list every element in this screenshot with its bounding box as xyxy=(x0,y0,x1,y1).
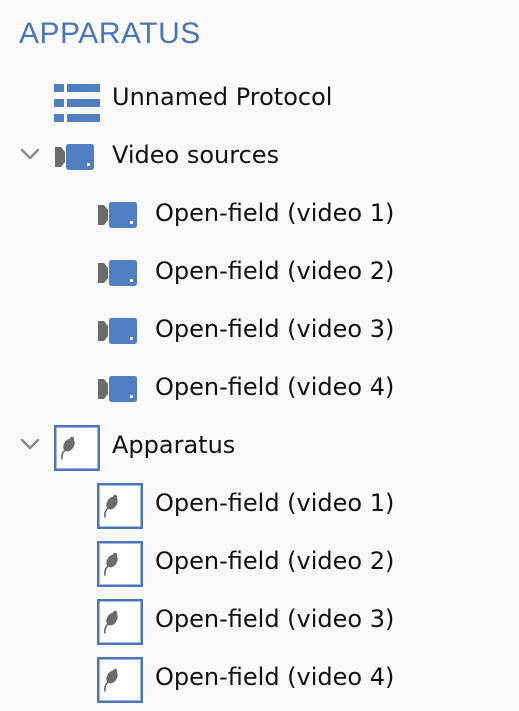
tree-item-label: Unnamed Protocol xyxy=(112,83,333,111)
camera-icon xyxy=(97,259,139,287)
list-icon xyxy=(54,84,100,122)
tree-item-apparatus-entry[interactable]: Open-field (video 3) xyxy=(0,593,519,643)
arena-mouse-icon xyxy=(97,657,143,703)
arena-mouse-icon xyxy=(97,483,143,529)
tree-item-apparatus-entry[interactable]: Open-field (video 4) xyxy=(0,651,519,701)
tree-item-label: Video sources xyxy=(112,141,280,169)
tree-item-label: Open-field (video 2) xyxy=(155,257,395,285)
camera-icon xyxy=(97,317,139,345)
chevron-down-icon[interactable] xyxy=(19,143,41,165)
tree-item-label: Open-field (video 4) xyxy=(155,663,395,691)
camera-icon xyxy=(54,143,96,171)
panel-title: APPARATUS xyxy=(19,17,201,50)
tree-item-label: Apparatus xyxy=(112,431,236,459)
tree-item-apparatus[interactable]: Apparatus xyxy=(0,419,519,469)
tree-item-apparatus-entry[interactable]: Open-field (video 1) xyxy=(0,477,519,527)
arena-mouse-icon xyxy=(97,599,143,645)
tree-item-label: Open-field (video 4) xyxy=(155,373,395,401)
tree-item-apparatus-entry[interactable]: Open-field (video 2) xyxy=(0,535,519,585)
tree-item-protocol[interactable]: Unnamed Protocol xyxy=(0,71,519,121)
tree-item-label: Open-field (video 1) xyxy=(155,199,395,227)
tree-item-label: Open-field (video 2) xyxy=(155,547,395,575)
chevron-down-icon[interactable] xyxy=(19,433,41,455)
arena-mouse-icon xyxy=(54,425,100,471)
camera-icon xyxy=(97,375,139,403)
camera-icon xyxy=(97,201,139,229)
tree-item-video-sources[interactable]: Video sources xyxy=(0,129,519,179)
tree-item-video-source[interactable]: Open-field (video 3) xyxy=(0,303,519,353)
tree-item-video-source[interactable]: Open-field (video 4) xyxy=(0,361,519,411)
tree-item-label: Open-field (video 3) xyxy=(155,315,395,343)
tree-item-label: Open-field (video 3) xyxy=(155,605,395,633)
tree-item-label: Open-field (video 1) xyxy=(155,489,395,517)
tree-item-video-source[interactable]: Open-field (video 2) xyxy=(0,245,519,295)
tree-item-video-source[interactable]: Open-field (video 1) xyxy=(0,187,519,237)
arena-mouse-icon xyxy=(97,541,143,587)
